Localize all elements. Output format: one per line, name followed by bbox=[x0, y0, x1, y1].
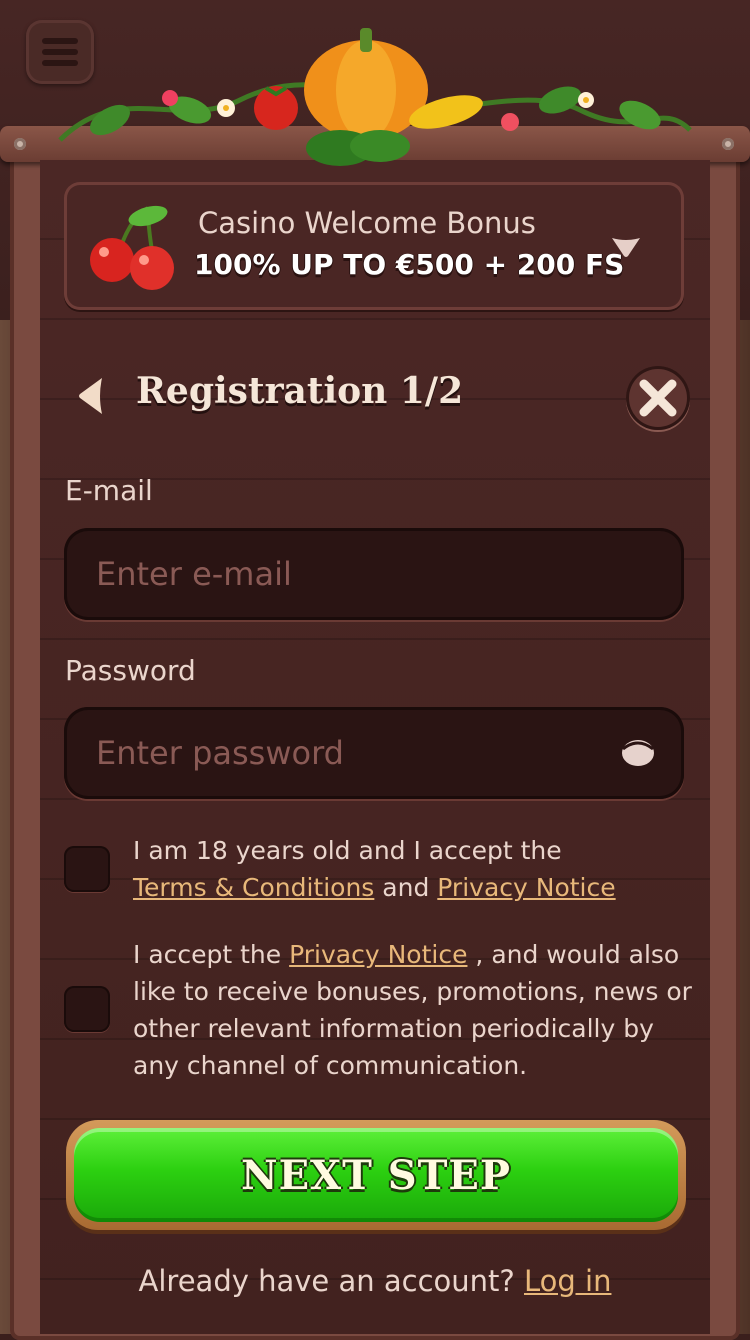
bonus-offer: 100% UP TO €500 + 200 FS bbox=[194, 248, 625, 281]
page-title: Registration 1/2 bbox=[136, 370, 464, 412]
email-field[interactable] bbox=[64, 528, 656, 620]
login-link[interactable]: Log in bbox=[524, 1264, 611, 1298]
login-prompt-text: Already have an account? bbox=[138, 1264, 515, 1298]
next-step-label: NEXT STEP bbox=[74, 1128, 678, 1222]
close-icon bbox=[639, 379, 677, 417]
cherry-icon bbox=[90, 205, 174, 290]
nail-icon bbox=[14, 138, 26, 150]
password-label: Password bbox=[65, 654, 196, 687]
marketing-checkbox[interactable] bbox=[64, 986, 110, 1032]
chevron-down-icon[interactable] bbox=[610, 234, 642, 258]
show-password-eye-icon[interactable] bbox=[620, 737, 656, 769]
bonus-title: Casino Welcome Bonus bbox=[198, 206, 536, 240]
next-step-button[interactable]: NEXT STEP bbox=[66, 1120, 686, 1230]
password-field-wrapper bbox=[64, 707, 684, 799]
marketing-consent-text: I accept the Privacy Notice , and would … bbox=[133, 936, 693, 1084]
email-label: E-mail bbox=[65, 474, 153, 507]
welcome-bonus-banner[interactable]: Casino Welcome Bonus 100% UP TO €500 + 2… bbox=[64, 182, 684, 310]
login-prompt: Already have an account? Log in bbox=[0, 1264, 750, 1298]
consent-text: and bbox=[382, 873, 430, 902]
password-field[interactable] bbox=[64, 707, 656, 799]
terms-link[interactable]: Terms & Conditions bbox=[133, 873, 374, 902]
email-field-wrapper bbox=[64, 528, 684, 620]
privacy-notice-link[interactable]: Privacy Notice bbox=[289, 940, 467, 969]
consent-text: I accept the bbox=[133, 940, 282, 969]
back-arrow-icon[interactable] bbox=[76, 376, 108, 416]
privacy-notice-link[interactable]: Privacy Notice bbox=[437, 873, 615, 902]
close-button[interactable] bbox=[626, 366, 690, 430]
consent-text: I am 18 years old and I accept the bbox=[133, 836, 562, 865]
terms-checkbox[interactable] bbox=[64, 846, 110, 892]
terms-consent-text: I am 18 years old and I accept the Terms… bbox=[133, 832, 693, 906]
harvest-garland-icon bbox=[58, 28, 692, 166]
nail-icon bbox=[722, 138, 734, 150]
